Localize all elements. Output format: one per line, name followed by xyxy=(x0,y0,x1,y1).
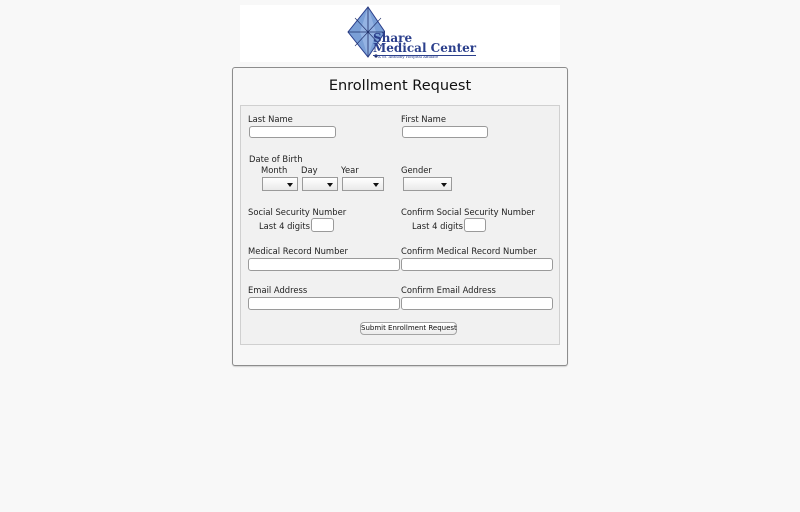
first-name-label: First Name xyxy=(401,114,446,124)
ssn-last4-input[interactable] xyxy=(311,218,334,232)
dob-month-label: Month xyxy=(261,165,288,175)
form-title: Enrollment Request xyxy=(328,78,472,94)
gender-label: Gender xyxy=(401,165,432,175)
confirm-email-label: Confirm Email Address xyxy=(401,285,496,295)
enrollment-form: Last Name First Name Date of Birth Month… xyxy=(240,105,560,345)
dob-label: Date of Birth xyxy=(249,154,303,164)
dob-year-select[interactable] xyxy=(342,177,384,191)
chevron-down-icon xyxy=(287,183,293,187)
confirm-email-input[interactable] xyxy=(401,297,553,310)
ssn-label: Social Security Number xyxy=(248,207,347,217)
email-input[interactable] xyxy=(248,297,400,310)
confirm-ssn-label: Confirm Social Security Number xyxy=(401,207,535,217)
confirm-ssn-last4-label: Last 4 digits xyxy=(412,221,464,231)
logo-subtitle: A St. Anthony Hospital Affiliate xyxy=(378,54,439,59)
dob-day-select[interactable] xyxy=(302,177,338,191)
submit-enrollment-button[interactable]: Submit Enrollment Request xyxy=(360,322,457,335)
chevron-down-icon xyxy=(327,183,333,187)
dob-day-label: Day xyxy=(301,165,318,175)
logo-banner: Share Medical Center A St. Anthony Hospi… xyxy=(240,5,560,62)
dob-year-label: Year xyxy=(341,165,359,175)
email-label: Email Address xyxy=(248,285,308,295)
chevron-down-icon xyxy=(441,183,447,187)
last-name-label: Last Name xyxy=(248,114,293,124)
confirm-ssn-last4-input[interactable] xyxy=(464,218,486,232)
mrn-input[interactable] xyxy=(248,258,400,271)
confirm-mrn-input[interactable] xyxy=(401,258,553,271)
gender-select[interactable] xyxy=(403,177,452,191)
enrollment-card: Enrollment Request Last Name First Name … xyxy=(232,67,568,366)
confirm-mrn-label: Confirm Medical Record Number xyxy=(401,246,537,256)
dob-month-select[interactable] xyxy=(262,177,298,191)
chevron-down-icon xyxy=(373,183,379,187)
last-name-input[interactable] xyxy=(249,126,336,138)
mrn-label: Medical Record Number xyxy=(248,246,348,256)
first-name-input[interactable] xyxy=(402,126,488,138)
ssn-last4-label: Last 4 digits xyxy=(259,221,311,231)
